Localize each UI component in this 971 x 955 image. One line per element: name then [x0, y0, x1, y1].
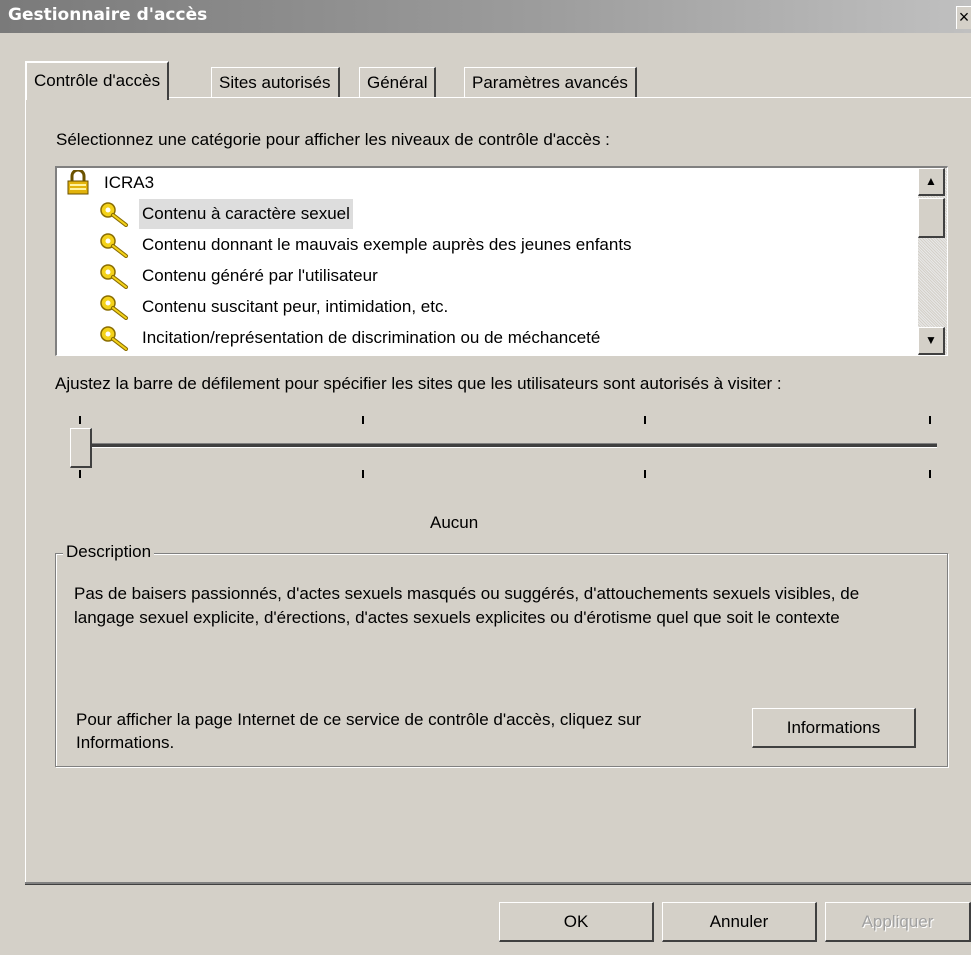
scroll-down-button[interactable]: ▼ — [918, 327, 945, 355]
scroll-thumb[interactable] — [918, 198, 945, 238]
key-icon — [100, 326, 128, 351]
slider-thumb[interactable] — [70, 428, 92, 468]
close-button[interactable]: × — [956, 6, 971, 29]
list-item-label: Incitation/représentation de discriminat… — [142, 328, 601, 347]
list-item-label: Contenu à caractère sexuel — [139, 199, 353, 229]
category-list[interactable]: ICRA3 Contenu à caractère sexuel Contenu… — [55, 166, 948, 356]
description-legend: Description — [63, 542, 155, 562]
tick-mark — [644, 470, 646, 478]
category-instruction: Sélectionnez une catégorie pour afficher… — [56, 130, 610, 149]
list-item-label: ICRA3 — [104, 173, 155, 192]
arrow-up-icon: ▲ — [925, 174, 937, 188]
title-bar: Gestionnaire d'accès × — [0, 0, 971, 33]
list-item-label: Contenu donnant le mauvais exemple auprè… — [142, 235, 632, 254]
cancel-button[interactable]: Annuler — [662, 902, 817, 942]
arrow-down-icon: ▼ — [925, 333, 937, 347]
tick-mark — [929, 416, 931, 424]
tab-advanced-settings[interactable]: Paramètres avancés — [464, 67, 637, 98]
tick-mark — [362, 416, 364, 424]
tab-access-control[interactable]: Contrôle d'accès — [25, 61, 170, 100]
key-icon — [100, 233, 128, 258]
description-text: Pas de baisers passionnés, d'actes sexue… — [74, 584, 860, 627]
tab-approved-sites[interactable]: Sites autorisés — [211, 67, 340, 98]
tick-mark — [362, 470, 364, 478]
panel-divider — [25, 882, 971, 885]
level-slider[interactable] — [55, 410, 945, 490]
slider-track — [77, 443, 937, 448]
tick-mark — [79, 470, 81, 478]
list-item-label: Contenu généré par l'utilisateur — [142, 266, 378, 285]
ok-button[interactable]: OK — [499, 902, 654, 942]
lock-folder-icon — [67, 170, 89, 195]
level-label: Aucun — [430, 513, 479, 532]
tab-general[interactable]: Général — [359, 67, 437, 98]
tick-mark — [79, 416, 81, 424]
list-item-label: Contenu suscitant peur, intimidation, et… — [142, 297, 449, 316]
slider-instruction: Ajustez la barre de défilement pour spéc… — [55, 374, 782, 393]
info-text: Pour afficher la page Internet de ce ser… — [76, 710, 642, 752]
apply-button[interactable]: Appliquer — [825, 902, 971, 942]
window-title: Gestionnaire d'accès — [8, 5, 208, 25]
informations-button[interactable]: Informations — [752, 708, 916, 748]
close-icon: × — [958, 7, 970, 27]
tick-mark — [644, 416, 646, 424]
tick-mark — [929, 470, 931, 478]
vertical-scrollbar[interactable]: ▲ ▼ — [918, 168, 947, 355]
key-icon — [100, 264, 128, 289]
scroll-up-button[interactable]: ▲ — [918, 168, 945, 196]
key-icon — [100, 202, 128, 227]
key-icon — [100, 295, 128, 320]
